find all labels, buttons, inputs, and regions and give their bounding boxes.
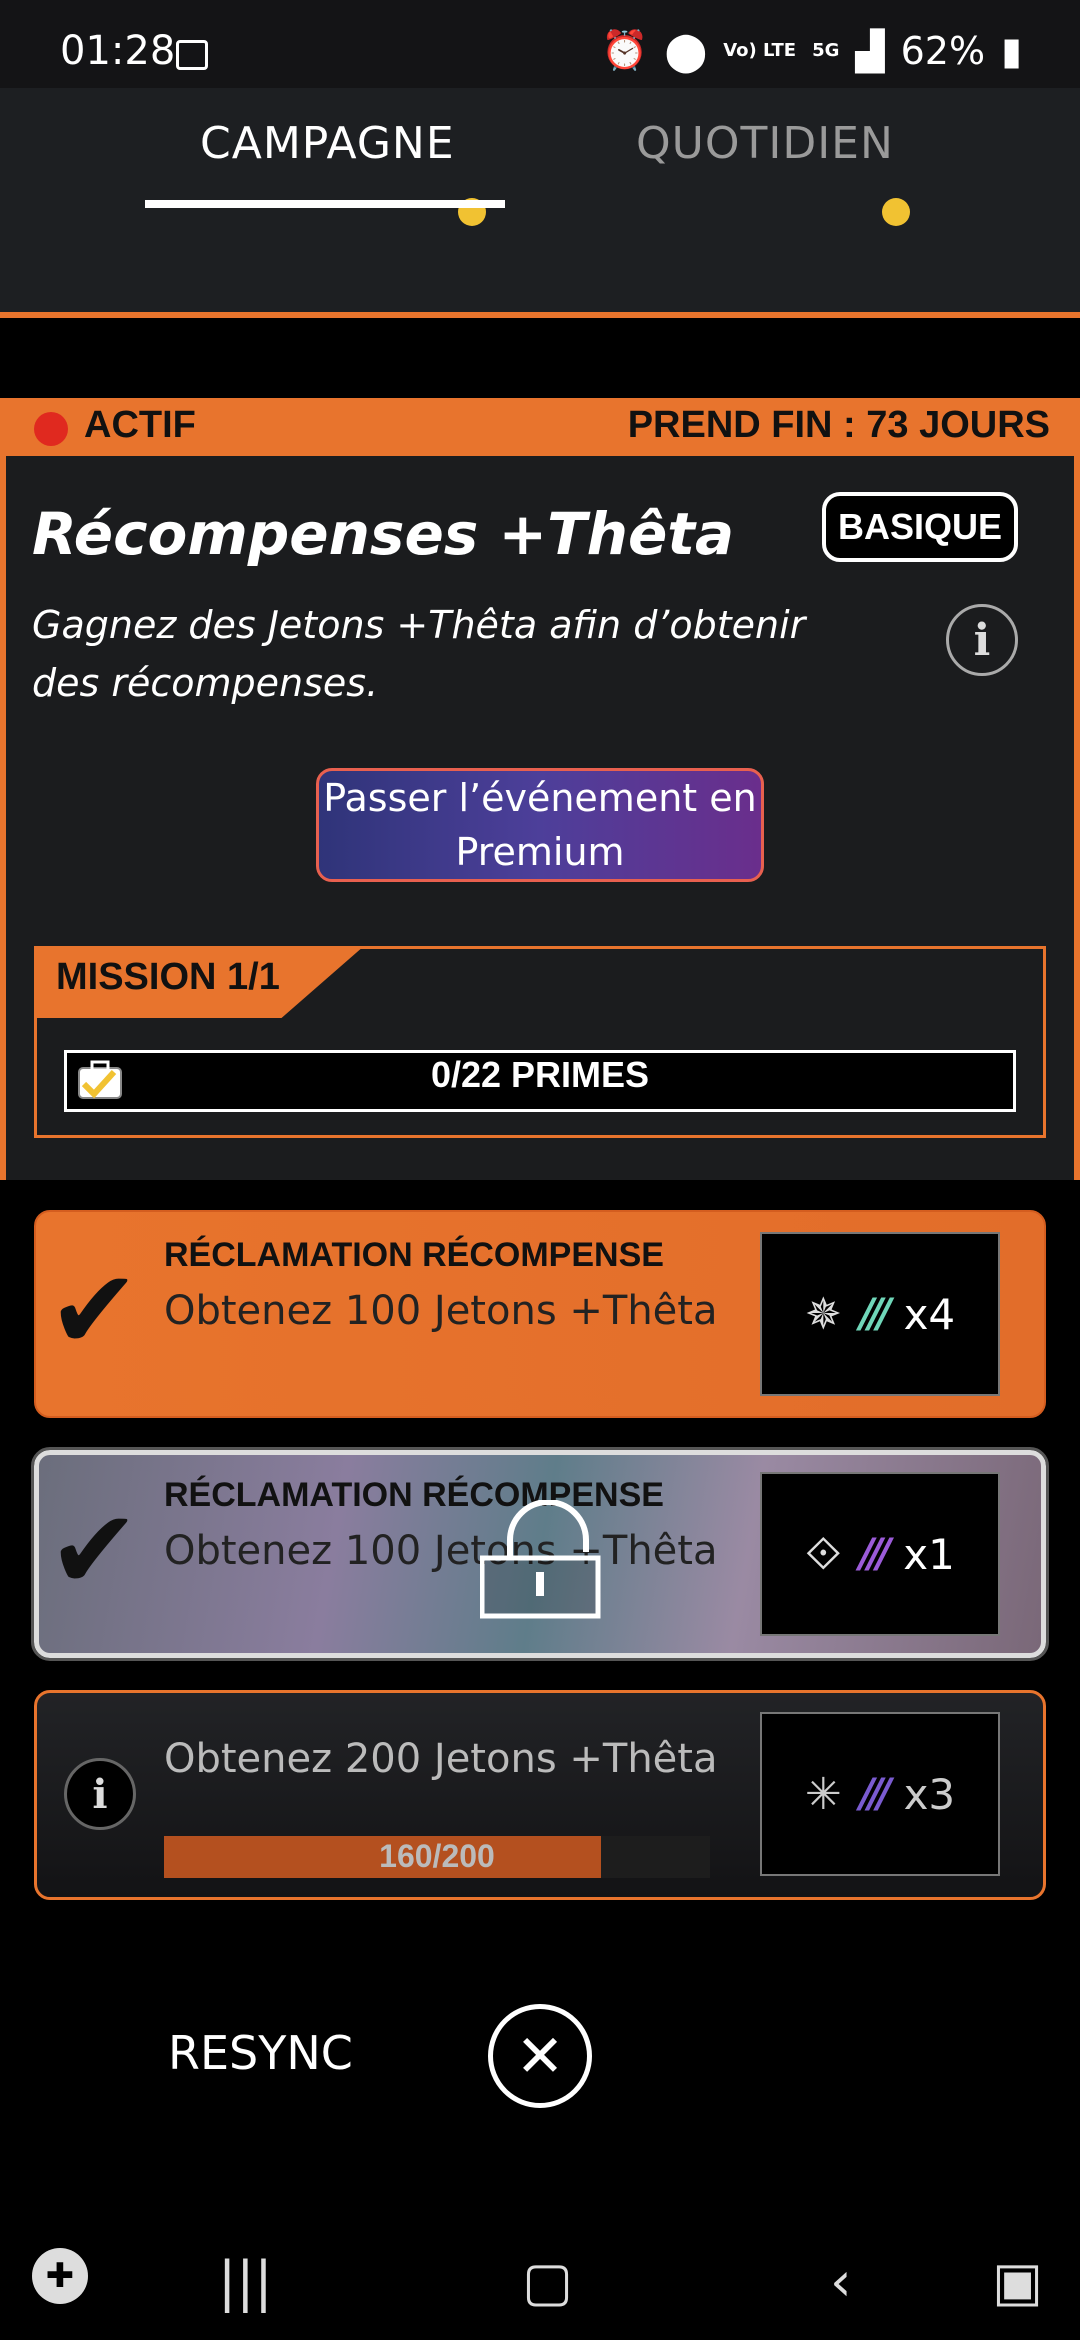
reward-emblem-icon: ✵ <box>804 1288 842 1340</box>
tab-quotidien-notification-dot <box>882 198 910 226</box>
tab-quotidien[interactable]: QUOTIDIEN <box>636 118 894 169</box>
reward-progress-text: 160/200 <box>379 1838 495 1874</box>
event-status: ACTIF <box>84 404 196 446</box>
battery-icon: ▮ <box>1001 28 1022 73</box>
mission-label: MISSION 1/1 <box>56 956 280 998</box>
reward-item-thumbnail: ⟐ /// x1 <box>760 1472 1000 1636</box>
close-icon: ✕ <box>515 2022 565 2090</box>
reward-emblem-icon: ⟐ <box>805 1526 842 1580</box>
event-status-bar: ACTIF PREND FIN : 73 JOURS <box>0 398 1080 456</box>
recent-apps-icon[interactable]: ||| <box>218 2250 273 2313</box>
event-description: Gagnez des Jetons +Thêta afin d’obtenir … <box>32 603 806 705</box>
reward-quantity: x4 <box>903 1289 956 1339</box>
clock: 01:28 <box>60 28 176 74</box>
resync-button[interactable]: RESYNC <box>168 2026 353 2080</box>
rarity-stripes: /// <box>859 1291 892 1337</box>
reward-item-thumbnail: ✵ /// x4 <box>760 1232 1000 1396</box>
rarity-stripes: /// <box>859 1771 892 1817</box>
accessibility-icon[interactable]: ▣ <box>992 2250 1043 2313</box>
back-icon[interactable]: ‹ <box>830 2250 852 2313</box>
info-icon[interactable]: i <box>64 1758 136 1830</box>
active-tab-indicator <box>145 200 505 208</box>
reward-task: Obtenez 200 Jetons +Thêta <box>164 1736 718 1782</box>
check-icon: ✔ <box>48 1486 141 1614</box>
battery-percent: 62% <box>900 28 986 73</box>
home-icon[interactable]: ▢ <box>522 2250 573 2313</box>
close-button[interactable]: ✕ <box>488 2004 592 2108</box>
network-type: 5G <box>812 39 840 61</box>
alarm-icon: ⏰ <box>601 28 649 72</box>
event-end-time: PREND FIN : 73 JOURS <box>627 404 1050 446</box>
status-bar: 01:28 ⏰ ⬤ Vo) LTE 5G ▟ 62% ▮ <box>0 0 1080 88</box>
reward-quantity: x1 <box>903 1529 955 1579</box>
tab-campagne[interactable]: CAMPAGNE <box>200 118 455 169</box>
info-icon[interactable]: i <box>946 604 1018 676</box>
active-status-dot <box>34 412 68 446</box>
game-launcher-icon[interactable]: ✚ <box>32 2248 88 2304</box>
location-icon: ⬤ <box>664 28 708 73</box>
volte-indicator: Vo) LTE <box>723 39 797 61</box>
reward-emblem-icon: ✳ <box>804 1768 842 1820</box>
lock-open-icon <box>480 1500 601 1619</box>
status-icons: ⏰ ⬤ Vo) LTE 5G ▟ 62% ▮ <box>601 28 1022 73</box>
reward-task: Obtenez 100 Jetons +Thêta <box>164 1288 718 1334</box>
tier-badge: BASIQUE <box>822 492 1018 562</box>
reward-item-thumbnail: ✳ /// x3 <box>760 1712 1000 1876</box>
bounties-progress: 0/22 PRIMES <box>430 1054 650 1095</box>
gallery-notification-icon <box>176 40 208 70</box>
event-title: Récompenses +Thêta <box>32 500 735 568</box>
reward-claim-label: RÉCLAMATION RÉCOMPENSE <box>164 1236 664 1274</box>
reward-quantity: x3 <box>903 1769 956 1819</box>
rarity-stripes: /// <box>859 1531 891 1577</box>
upgrade-premium-button[interactable]: Passer l’événement en Premium <box>316 768 764 882</box>
signal-icon: ▟ <box>855 28 885 73</box>
check-icon: ✔ <box>48 1246 141 1374</box>
